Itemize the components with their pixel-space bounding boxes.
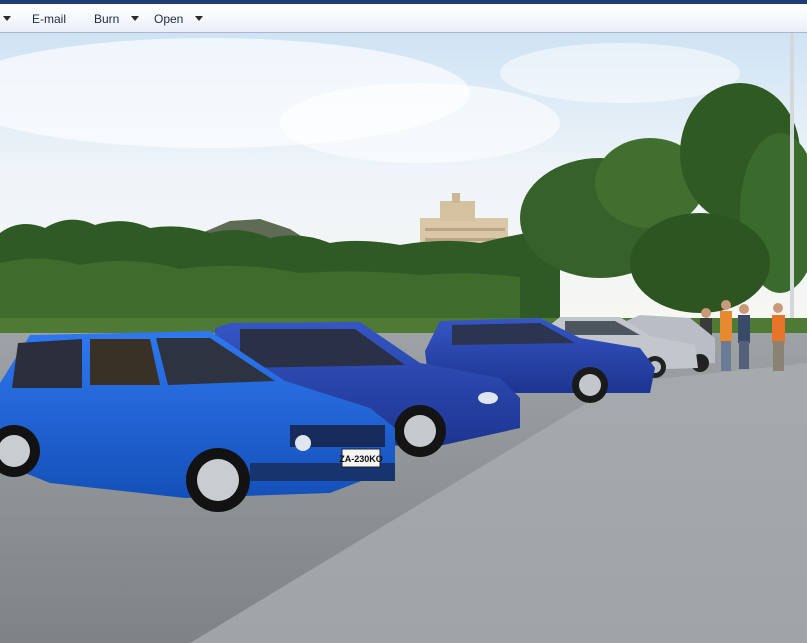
email-button[interactable]: E-mail	[32, 4, 66, 33]
chevron-down-icon	[131, 16, 140, 21]
lamp-post	[790, 33, 794, 353]
email-label: E-mail	[32, 11, 67, 26]
license-plate-text: ZA-230KO	[339, 454, 383, 464]
toolbar: E-mail Burn Open	[0, 0, 807, 33]
chevron-down-icon	[195, 16, 204, 21]
photo-viewport: ZA-230KO	[0, 33, 807, 643]
chevron-down-icon	[3, 16, 11, 21]
burn-label: Burn	[94, 11, 120, 26]
burn-button[interactable]: Burn	[94, 4, 140, 33]
open-label: Open	[154, 11, 184, 26]
open-button[interactable]: Open	[154, 4, 204, 33]
photo-image: ZA-230KO	[0, 33, 807, 643]
menu-dropdown-button[interactable]	[3, 4, 11, 33]
